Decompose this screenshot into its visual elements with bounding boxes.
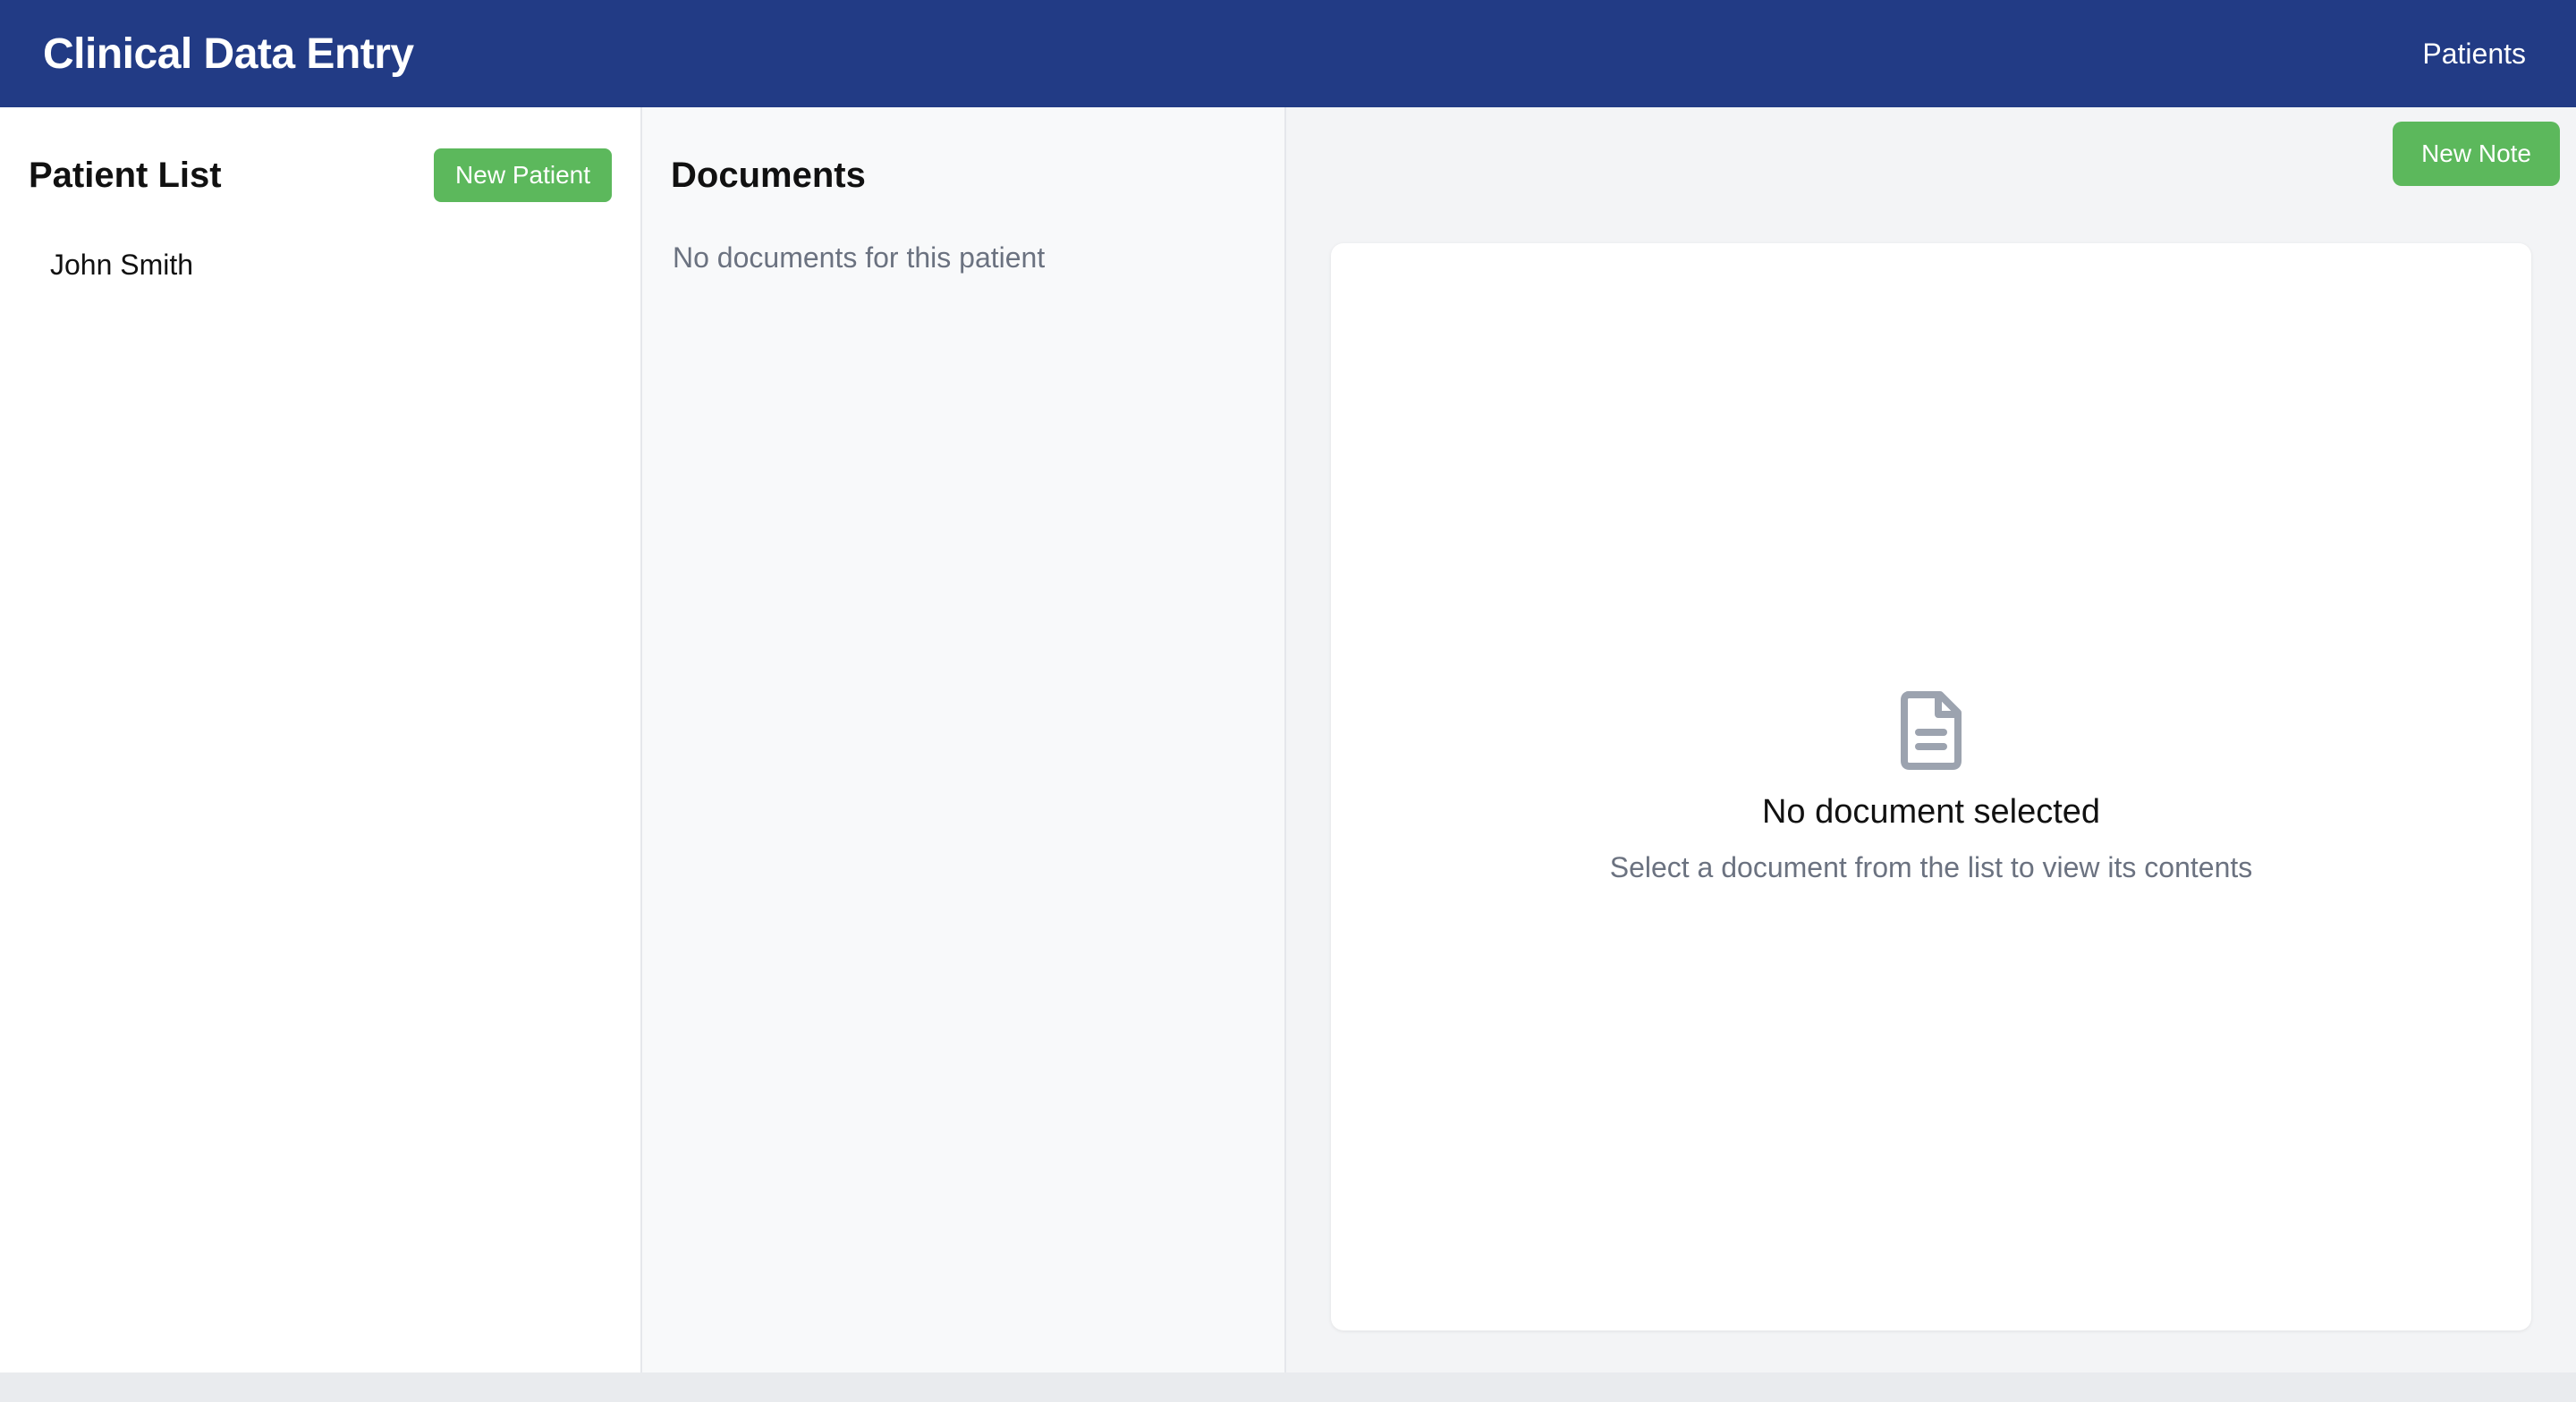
- bottom-scroll-area: [0, 1372, 2576, 1402]
- document-icon: [1901, 691, 1962, 770]
- patient-list-header: Patient List New Patient: [0, 107, 640, 215]
- new-note-button[interactable]: New Note: [2393, 122, 2560, 186]
- empty-state-title: No document selected: [1761, 793, 2101, 831]
- top-navbar: Clinical Data Entry Patients: [0, 0, 2576, 107]
- patient-list-title: Patient List: [29, 155, 222, 195]
- empty-state-subtitle: Select a document from the list to view …: [1609, 851, 2253, 883]
- document-viewer-card: No document selected Select a document f…: [1331, 243, 2531, 1330]
- nav-patients-link[interactable]: Patients: [2422, 38, 2526, 71]
- patient-list-item[interactable]: John Smith: [21, 236, 619, 294]
- viewer-toolbar: New Note: [2393, 122, 2560, 186]
- documents-title: Documents: [671, 155, 866, 195]
- documents-empty-message: No documents for this patient: [673, 241, 1046, 274]
- app-title: Clinical Data Entry: [43, 30, 414, 78]
- documents-panel: Documents No documents for this patient: [642, 107, 1286, 1372]
- app-root: Clinical Data Entry Patients Patient Lis…: [0, 0, 2576, 1402]
- patient-list-panel: Patient List New Patient John Smith: [0, 107, 642, 1372]
- documents-header: Documents: [642, 107, 1284, 215]
- new-patient-button[interactable]: New Patient: [434, 148, 612, 202]
- document-viewer-panel: New Note No document selected Select a d…: [1286, 107, 2576, 1372]
